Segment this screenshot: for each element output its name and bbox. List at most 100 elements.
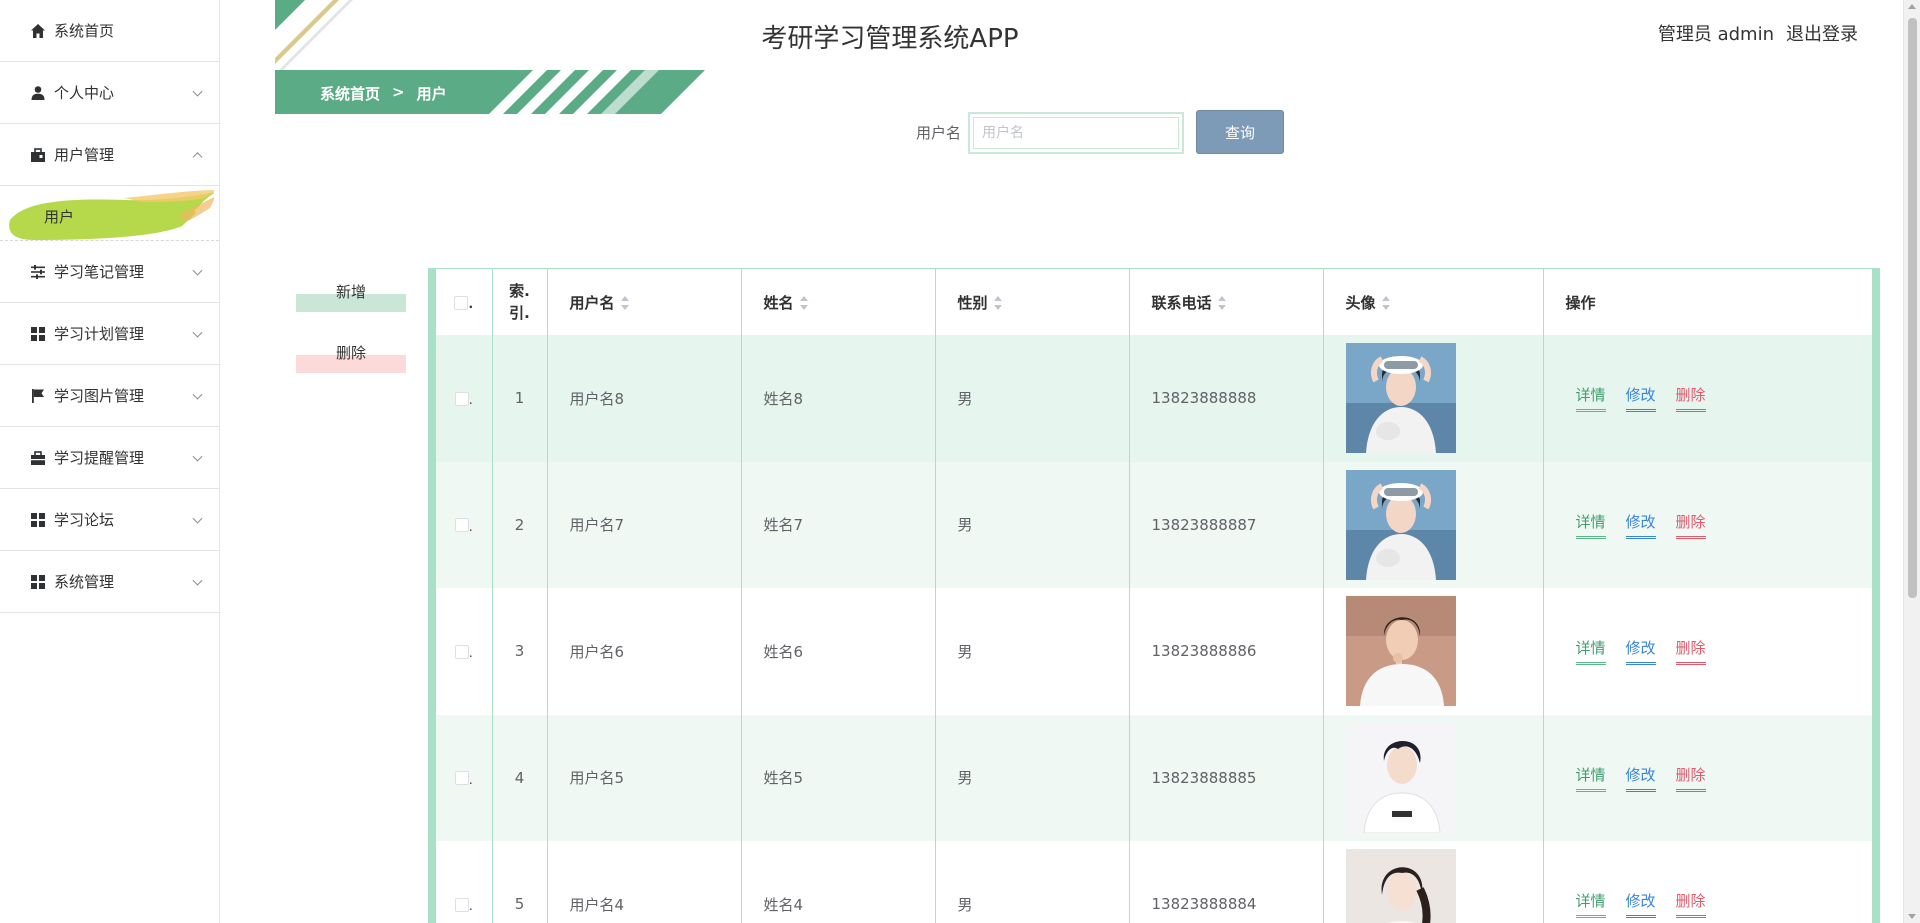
delete-link[interactable]: 删除 <box>1675 890 1706 919</box>
row-select-cell: . <box>436 461 493 588</box>
table-row: . 3 用户名6 姓名6 男 13823888886 详情 修改 删除 <box>436 588 1872 715</box>
sidebar-item-study-reminders[interactable]: 学习提醒管理 <box>0 427 219 489</box>
row-phone: 13823888888 <box>1129 335 1324 462</box>
select-all-header: . <box>436 269 493 335</box>
name-header[interactable]: 姓名 <box>741 269 936 335</box>
row-select-cell: . <box>436 714 493 841</box>
sidebar-item-study-images[interactable]: 学习图片管理 <box>0 365 219 427</box>
sidebar-item-home[interactable]: 系统首页 <box>0 0 219 62</box>
search-input[interactable] <box>973 117 1179 149</box>
sidebar-item-label: 系统首页 <box>54 22 115 40</box>
row-index: 5 <box>492 841 548 923</box>
sidebar-item-label: 学习提醒管理 <box>54 449 145 467</box>
chevron-down-icon <box>192 265 203 276</box>
logout-link[interactable]: 退出登录 <box>1786 20 1858 46</box>
sidebar-item-profile[interactable]: 个人中心 <box>0 62 219 124</box>
row-checkbox[interactable] <box>454 771 469 786</box>
row-avatar-cell <box>1323 335 1544 462</box>
breadcrumb-home[interactable]: 系统首页 <box>320 83 380 104</box>
sort-icon[interactable] <box>620 296 629 310</box>
scroll-down-arrow-icon[interactable] <box>1908 914 1916 919</box>
row-name: 姓名6 <box>741 588 936 715</box>
sort-icon[interactable] <box>799 296 808 310</box>
gender-header[interactable]: 性别 <box>935 269 1130 335</box>
scrollbar-thumb[interactable] <box>1908 18 1917 598</box>
delete-link[interactable]: 删除 <box>1675 764 1706 792</box>
search-button[interactable]: 查询 <box>1196 110 1284 154</box>
sidebar-item-system-management[interactable]: 系统管理 <box>0 551 219 613</box>
page-scrollbar[interactable] <box>1903 0 1920 923</box>
add-button-label: 新增 <box>335 283 366 301</box>
flag-icon <box>30 388 46 404</box>
sidebar-subitem-user[interactable]: 用户 <box>4 190 214 240</box>
row-index: 1 <box>492 335 548 462</box>
edit-link[interactable]: 修改 <box>1625 384 1656 413</box>
index-header-line1: 索. <box>509 282 530 300</box>
chevron-up-icon <box>192 151 203 162</box>
username-header-label: 用户名 <box>569 293 615 312</box>
grid-icon <box>30 574 46 590</box>
sidebar-item-study-forum[interactable]: 学习论坛 <box>0 489 219 551</box>
sort-icon[interactable] <box>993 296 1002 310</box>
view-link[interactable]: 详情 <box>1575 890 1606 919</box>
delete-link[interactable]: 删除 <box>1675 637 1706 666</box>
sort-icon[interactable] <box>1217 296 1226 310</box>
chevron-down-icon <box>192 327 203 338</box>
edit-link[interactable]: 修改 <box>1625 637 1656 666</box>
avatar-header[interactable]: 头像 <box>1323 269 1544 335</box>
edit-link[interactable]: 修改 <box>1625 511 1656 539</box>
edit-link[interactable]: 修改 <box>1625 764 1656 792</box>
user-table: . 索. 引. 用户名 姓名 性别 联系电话 头像 操作 . 1 用户名8 姓名… <box>428 268 1880 923</box>
row-checkbox[interactable] <box>454 644 469 659</box>
sidebar-item-user-management[interactable]: 用户管理 <box>0 124 219 186</box>
row-gender: 男 <box>935 841 1130 923</box>
breadcrumb-separator: > <box>392 83 405 101</box>
table-row: . 5 用户名4 姓名4 男 13823888884 详情 修改 删除 <box>436 841 1872 923</box>
select-all-checkbox[interactable] <box>454 295 469 310</box>
person-icon <box>30 85 46 101</box>
phone-header-label: 联系电话 <box>1151 293 1212 312</box>
scroll-up-arrow-icon[interactable] <box>1908 4 1916 9</box>
name-header-label: 姓名 <box>763 293 794 312</box>
row-phone: 13823888887 <box>1129 461 1324 588</box>
user-info: 管理员 admin 退出登录 <box>1658 20 1858 46</box>
row-checkbox-suffix: . <box>468 519 473 534</box>
brush-highlight-icon <box>9 190 214 240</box>
row-checkbox[interactable] <box>454 391 469 406</box>
add-button[interactable]: 新增 <box>296 278 406 312</box>
row-username: 用户名4 <box>547 841 742 923</box>
grid-icon <box>30 326 46 342</box>
row-gender: 男 <box>935 461 1130 588</box>
row-name: 姓名8 <box>741 335 936 462</box>
batch-delete-button[interactable]: 删除 <box>296 339 406 373</box>
edit-link[interactable]: 修改 <box>1625 890 1656 919</box>
avatar-image <box>1345 596 1456 707</box>
delete-link[interactable]: 删除 <box>1675 511 1706 539</box>
username-header[interactable]: 用户名 <box>547 269 742 335</box>
sort-icon[interactable] <box>1381 296 1390 310</box>
view-link[interactable]: 详情 <box>1575 384 1606 413</box>
row-select-cell: . <box>436 335 493 462</box>
view-link[interactable]: 详情 <box>1575 511 1606 539</box>
row-username: 用户名6 <box>547 588 742 715</box>
view-link[interactable]: 详情 <box>1575 764 1606 792</box>
row-gender: 男 <box>935 714 1130 841</box>
row-checkbox[interactable] <box>454 518 469 533</box>
phone-header[interactable]: 联系电话 <box>1129 269 1324 335</box>
admin-label: 管理员 admin <box>1657 24 1774 45</box>
avatar-image <box>1345 722 1456 833</box>
sidebar-item-study-notes[interactable]: 学习笔记管理 <box>0 241 219 303</box>
row-username: 用户名8 <box>547 335 742 462</box>
row-checkbox[interactable] <box>454 897 469 912</box>
row-checkbox-suffix: . <box>468 393 473 408</box>
chevron-down-icon <box>192 451 203 462</box>
grid-icon <box>30 512 46 528</box>
delete-link[interactable]: 删除 <box>1675 384 1706 413</box>
avatar-image <box>1345 849 1456 923</box>
row-select-cell: . <box>436 841 493 923</box>
sidebar-item-study-plan[interactable]: 学习计划管理 <box>0 303 219 365</box>
view-link[interactable]: 详情 <box>1575 637 1606 666</box>
row-ops: 详情 修改 删除 <box>1566 890 1873 919</box>
table-header-row: . 索. 引. 用户名 姓名 性别 联系电话 头像 操作 <box>436 269 1872 335</box>
sliders-icon <box>30 264 46 280</box>
